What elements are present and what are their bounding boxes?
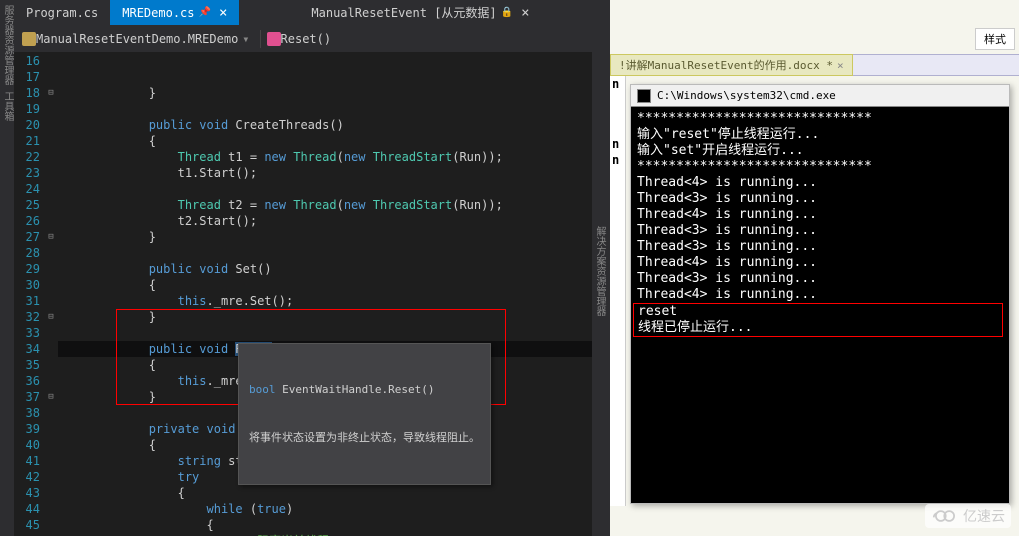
doc-tab[interactable]: !讲解ManualResetEvent的作用.docx * × (610, 54, 853, 76)
intellisense-tooltip: bool EventWaitHandle.Reset() 将事件状态设置为非终止… (238, 343, 491, 485)
console-body[interactable]: ******************************输入"reset"停… (631, 107, 1009, 341)
fold-column[interactable]: ⊟⊟⊟⊟ (44, 53, 58, 536)
doc-tab-label: !讲解ManualResetEvent的作用.docx * (619, 57, 833, 73)
style-button[interactable]: 样式 (975, 28, 1015, 50)
method-icon (267, 32, 281, 46)
tab-manualresetevent[interactable]: ManualResetEvent [从元数据] 🔒 × (299, 0, 541, 25)
close-icon[interactable]: × (837, 59, 844, 72)
tab-label: MREDemo.cs (122, 6, 194, 20)
console-titlebar[interactable]: C:\Windows\system32\cmd.exe (631, 85, 1009, 107)
nav-bar: ManualResetEventDemo.MREDemo ▾ Reset() (14, 25, 592, 53)
pin-icon[interactable]: 📌 (199, 7, 211, 18)
tooltip-signature: EventWaitHandle.Reset() (276, 383, 435, 396)
close-icon[interactable]: × (219, 5, 227, 21)
doc-strip-text: n (610, 76, 625, 92)
tab-bar: Program.cs MREDemo.cs 📌 × ManualResetEvent… (14, 0, 592, 25)
nav-class[interactable]: ManualResetEventDemo.MREDemo (36, 32, 238, 46)
lock-icon: 🔒 (501, 7, 513, 18)
sidebar-right[interactable]: 解决方案资源管理器 团队资源管理器 类视图 (592, 0, 610, 536)
chevron-down-icon[interactable]: ▾ (242, 32, 249, 46)
tab-label: ManualResetEvent [从元数据] (311, 4, 496, 21)
tab-program[interactable]: Program.cs (14, 0, 110, 25)
right-app-area: 样式 !讲解ManualResetEvent的作用.docx * × n n n… (610, 0, 1019, 536)
line-gutter: 1617181920212223242526272829303132333435… (14, 53, 44, 536)
tooltip-keyword: bool (249, 383, 276, 396)
sidebar-panel-label[interactable]: 解决方案资源管理器 (592, 5, 607, 536)
console-title-text: C:\Windows\system32\cmd.exe (657, 89, 836, 102)
code-area[interactable]: } public void CreateThreads() { Thread t… (58, 53, 592, 536)
code-editor[interactable]: 1617181920212223242526272829303132333435… (14, 53, 592, 536)
sidebar-left[interactable]: 服务器资源管理器 工具箱 (0, 0, 14, 536)
doc-strip-text: n (610, 136, 625, 152)
doc-tab-bar: !讲解ManualResetEvent的作用.docx * × (610, 54, 1019, 76)
close-icon[interactable]: × (521, 5, 529, 21)
tooltip-desc: 将事件状态设置为非终止状态，导致线程阻止。 (249, 430, 480, 446)
class-icon (22, 32, 36, 46)
ide-window: 服务器资源管理器 工具箱 Program.cs MREDemo.cs 📌 × Man… (0, 0, 610, 536)
cmd-icon (637, 89, 651, 103)
doc-strip-text: n (610, 152, 625, 168)
doc-strip: n n n (610, 76, 626, 506)
tab-label: Program.cs (26, 6, 98, 20)
watermark-text: 亿速云 (963, 506, 1005, 526)
watermark: 亿速云 (925, 504, 1011, 528)
console-window[interactable]: C:\Windows\system32\cmd.exe ************… (630, 84, 1010, 504)
nav-member[interactable]: Reset() (281, 32, 332, 46)
tab-mredemo[interactable]: MREDemo.cs 📌 × (110, 0, 239, 25)
